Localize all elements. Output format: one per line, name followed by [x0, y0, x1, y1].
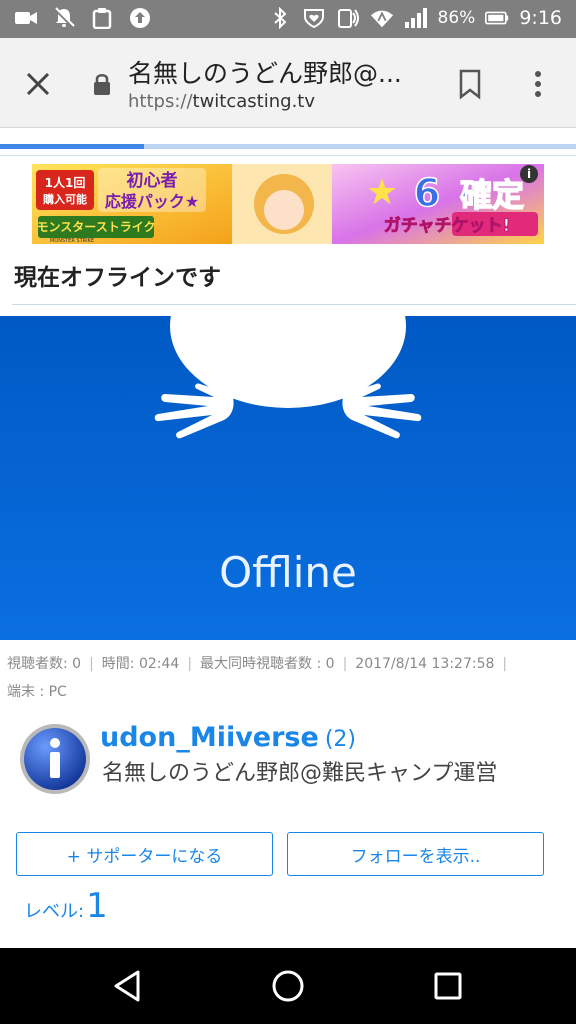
ad-promo-number: 6 [414, 171, 440, 215]
lock-icon [92, 72, 112, 96]
ad-banner[interactable]: 1人1回 購入可能 初心者 応援パック★ モンスターストライク MONSTER … [32, 164, 544, 244]
loading-progress-fill [0, 144, 144, 149]
system-nav-bar [0, 948, 576, 1024]
max-viewers: 最大同時視聴者数 : 0 [200, 656, 335, 672]
username: udon_Miiverse [100, 722, 319, 753]
video-player[interactable]: Offline [0, 316, 576, 640]
upload-icon [128, 6, 152, 30]
device-info: 端末 : PC [7, 684, 67, 700]
show-follows-button[interactable]: フォローを表示.. [287, 832, 544, 876]
star-icon: ★ [366, 172, 398, 213]
ad-badge-line2: 購入可能 [42, 192, 87, 206]
ad-badge-line1: 1人1回 [45, 175, 86, 190]
divider [0, 155, 576, 156]
nfc-icon [336, 6, 360, 30]
back-icon[interactable] [108, 966, 148, 1006]
clipboard-icon [90, 6, 114, 30]
viewers-count: 視聴者数: 0 [7, 656, 82, 672]
ad-headline-line2: 応援パック★ [105, 192, 199, 211]
loading-progress-bar [0, 144, 576, 149]
bookmark-icon[interactable] [456, 68, 484, 100]
separator: | [89, 656, 94, 672]
status-bar: 86% 9:16 [0, 0, 576, 38]
notification-off-icon [52, 6, 76, 30]
ad-headline-line1: 初心者 [127, 170, 178, 191]
battery-percent: 86% [437, 8, 476, 28]
ad-promo-sub: ガチャチケット! [384, 216, 511, 236]
close-icon[interactable] [20, 66, 56, 102]
page-url[interactable]: https://twitcasting.tv [128, 91, 315, 112]
user-profile: udon_Miiverse (2) 名無しのうどん野郎@難民キャンプ運営 [18, 722, 558, 822]
video-offline-text: Offline [219, 548, 357, 597]
page-title[interactable]: 名無しのうどん野郎@... [128, 54, 428, 90]
ad-game-logo-en: MONSTER STRIKE [50, 238, 94, 244]
battery-icon [485, 6, 509, 30]
more-vert-icon[interactable] [528, 68, 548, 100]
recents-icon[interactable] [428, 966, 468, 1006]
username-link[interactable]: udon_Miiverse (2) [100, 722, 356, 753]
page-content: 1人1回 購入可能 初心者 応援パック★ モンスターストライク MONSTER … [0, 150, 576, 948]
divider [12, 304, 576, 305]
separator: | [187, 656, 193, 672]
display-name: 名無しのうどん野郎@難民キャンプ運営 [102, 761, 498, 786]
stream-date: 2017/8/14 13:27:58 [355, 656, 495, 672]
home-icon[interactable] [268, 966, 308, 1006]
separator: | [342, 656, 348, 672]
heart-shield-icon [302, 6, 326, 30]
stream-status-heading: 現在オフラインです [14, 265, 221, 291]
browser-toolbar: 名無しのうどん野郎@... https://twitcasting.tv [0, 38, 576, 128]
url-scheme: https:// [128, 91, 193, 112]
signal-icon [404, 6, 428, 30]
ad-game-logo: モンスターストライク [37, 220, 156, 234]
level-value: 1 [86, 886, 108, 926]
camera-icon [14, 6, 38, 30]
separator: | [502, 656, 508, 672]
clock: 9:16 [519, 7, 562, 29]
ad-promo-word: 確定 [460, 176, 524, 214]
info-icon[interactable]: i [527, 167, 531, 181]
level-label: レベル: [24, 901, 85, 922]
become-supporter-button[interactable]: + サポーターになる [16, 832, 273, 876]
wifi-icon [370, 6, 394, 30]
avatar[interactable] [18, 722, 92, 796]
user-level: レベル:1 [24, 886, 108, 926]
user-count: (2) [324, 727, 356, 752]
bluetooth-icon [268, 6, 292, 30]
stream-time: 時間: 02:44 [101, 656, 180, 672]
stream-meta: 視聴者数: 0 | 時間: 02:44 | 最大同時視聴者数 : 0 | 2017/8/14… [7, 650, 569, 706]
url-host: twitcasting.tv [192, 91, 315, 112]
